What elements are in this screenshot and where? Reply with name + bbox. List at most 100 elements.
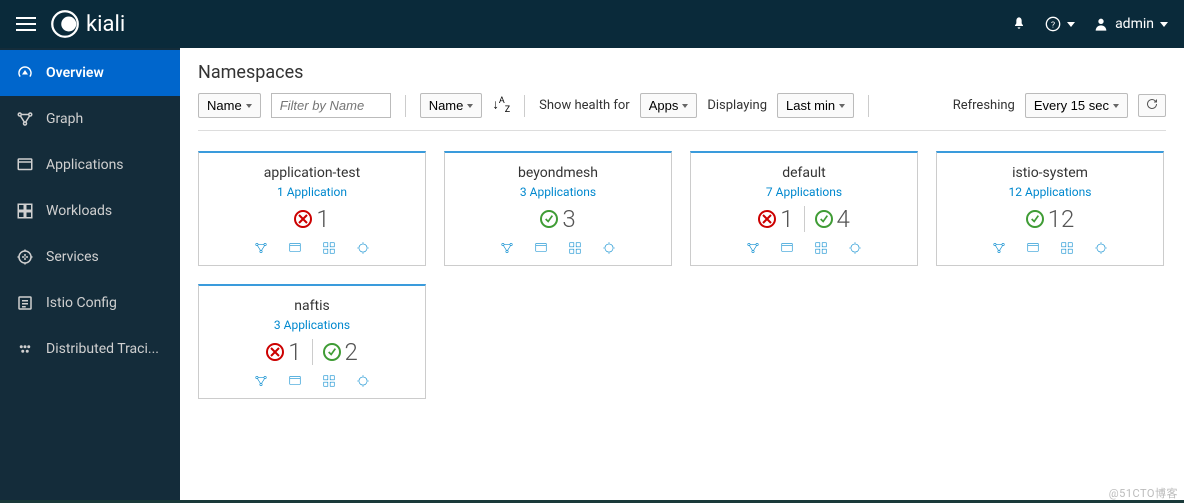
sidebar-item-label: Istio Config [46,295,117,311]
sidebar-item-label: Overview [46,65,104,81]
refresh-button[interactable] [1138,94,1166,117]
divider [524,95,525,117]
divider [868,95,869,117]
error-status-icon [758,210,776,228]
graph-link-icon[interactable] [254,241,268,255]
graph-link-icon[interactable] [254,374,268,388]
stat-divider [804,206,805,232]
refreshing-label: Refreshing [953,98,1015,113]
filter-input[interactable] [271,93,391,118]
sidebar-item-overview[interactable]: Overview [0,50,180,96]
user-menu[interactable]: admin [1093,16,1168,32]
kiali-logo-icon [50,9,80,39]
card-stats: 12 [937,205,1163,233]
sidebar-item-services[interactable]: Services [0,234,180,280]
workloads-link-icon[interactable] [568,241,582,255]
sidebar: Overview Graph Applications Workloads Se… [0,48,180,500]
sort-select[interactable]: Name [420,93,483,118]
filter-type-select[interactable]: Name [198,93,261,118]
health-select[interactable]: Apps [640,93,698,118]
apps-link-icon[interactable] [780,241,794,255]
error-status-icon [294,210,312,228]
svg-text:?: ? [1051,20,1055,30]
workloads-link-icon[interactable] [1060,241,1074,255]
card-footer [445,241,671,255]
divider [405,95,406,117]
sidebar-item-label: Distributed Traci... [46,341,159,357]
error-status-icon [266,343,284,361]
stat-group: 2 [323,338,358,366]
sidebar-item-istio-config[interactable]: Istio Config [0,280,180,326]
chevron-down-icon [467,104,473,108]
stat-group: 1 [266,338,301,366]
namespace-card: naftis 3 Applications 12 [198,284,426,399]
stat-count: 3 [562,205,575,233]
services-link-icon[interactable] [356,241,370,255]
displaying-select[interactable]: Last min [777,93,854,118]
graph-link-icon[interactable] [746,241,760,255]
select-label: Apps [649,98,679,113]
applications-icon [16,156,34,174]
apps-link-icon[interactable] [288,241,302,255]
stat-count: 12 [1048,205,1075,233]
chevron-down-icon [1067,22,1075,27]
sidebar-item-distributed-tracing[interactable]: Distributed Traci... [0,326,180,372]
card-stats: 3 [445,205,671,233]
card-apps-link[interactable]: 3 Applications [445,185,671,199]
workloads-link-icon[interactable] [814,241,828,255]
card-apps-link[interactable]: 7 Applications [691,185,917,199]
select-label: Last min [786,98,835,113]
apps-link-icon[interactable] [288,374,302,388]
app-name: kiali [86,12,125,37]
sidebar-item-workloads[interactable]: Workloads [0,188,180,234]
graph-link-icon[interactable] [992,241,1006,255]
topbar-right: ? admin [1011,16,1168,32]
hamburger-menu-icon[interactable] [16,17,36,31]
services-link-icon[interactable] [602,241,616,255]
health-label: Show health for [539,98,630,113]
logo[interactable]: kiali [50,9,125,39]
sidebar-item-graph[interactable]: Graph [0,96,180,142]
card-apps-link[interactable]: 12 Applications [937,185,1163,199]
apps-link-icon[interactable] [1026,241,1040,255]
tracing-icon [16,340,34,358]
displaying-label: Displaying [707,98,767,113]
services-link-icon[interactable] [848,241,862,255]
namespace-cards: application-test 1 Application 1 beyondm… [198,151,1166,399]
bell-icon[interactable] [1011,16,1027,32]
help-menu[interactable]: ? [1045,16,1075,32]
sidebar-item-label: Workloads [46,203,112,219]
card-stats: 12 [199,338,425,366]
stat-count: 1 [288,338,301,366]
namespace-card: default 7 Applications 14 [690,151,918,266]
page-title: Namespaces [198,62,1166,83]
sort-direction-icon[interactable]: ↓AZ [492,96,510,115]
sidebar-item-label: Services [46,249,99,265]
namespace-card: beyondmesh 3 Applications 3 [444,151,672,266]
graph-link-icon[interactable] [500,241,514,255]
graph-icon [16,110,34,128]
select-label: Name [207,98,242,113]
chevron-down-icon [839,104,845,108]
namespace-card: application-test 1 Application 1 [198,151,426,266]
workloads-link-icon[interactable] [322,241,336,255]
watermark: @51CTO博客 [1109,485,1178,501]
config-icon [16,294,34,312]
services-link-icon[interactable] [356,374,370,388]
card-apps-link[interactable]: 3 Applications [199,318,425,332]
card-footer [937,241,1163,255]
gauge-icon [16,64,34,82]
stat-divider [312,339,313,365]
user-icon [1093,16,1109,32]
sidebar-item-applications[interactable]: Applications [0,142,180,188]
refresh-icon [1146,98,1158,110]
apps-link-icon[interactable] [534,241,548,255]
card-stats: 1 [199,205,425,233]
card-apps-link[interactable]: 1 Application [199,185,425,199]
chevron-down-icon [1113,104,1119,108]
services-link-icon[interactable] [1094,241,1108,255]
card-footer [199,374,425,388]
stat-group: 12 [1026,205,1075,233]
workloads-link-icon[interactable] [322,374,336,388]
refreshing-select[interactable]: Every 15 sec [1025,93,1128,118]
